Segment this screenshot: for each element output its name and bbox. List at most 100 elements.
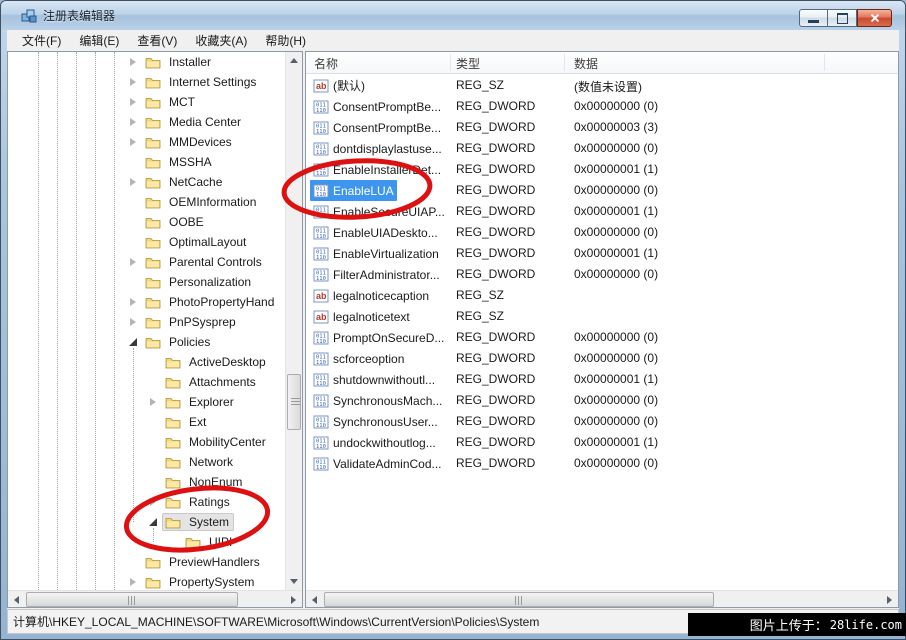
tree-node[interactable]: Network xyxy=(162,453,238,471)
value-name-cell[interactable]: 011 110 FilterAdministrator... xyxy=(310,264,443,285)
maximize-button[interactable] xyxy=(828,9,857,27)
value-name-cell[interactable]: 011 110 PromptOnSecureD... xyxy=(310,327,447,348)
column-separator[interactable] xyxy=(824,54,825,71)
expand-icon[interactable] xyxy=(126,255,140,269)
tree-item-pnpsysprep[interactable]: PnPSysprep xyxy=(8,312,241,332)
tree-node[interactable]: System xyxy=(162,513,234,531)
tree-item-activedesktop[interactable]: ActiveDesktop xyxy=(8,352,271,372)
tree-node[interactable]: Policies xyxy=(142,333,215,351)
column-separator[interactable] xyxy=(564,54,565,71)
value-list[interactable]: ab (默认)REG_SZ(数值未设置) 011 110 ConsentProm… xyxy=(306,75,898,474)
scroll-up-button[interactable] xyxy=(285,52,302,69)
tree-item-system[interactable]: System xyxy=(8,512,234,532)
scroll-left-button[interactable] xyxy=(8,591,25,608)
tree-node[interactable]: Internet Settings xyxy=(142,73,261,91)
registry-value-row-filteradministrator[interactable]: 011 110 FilterAdministrator...REG_DWORD0… xyxy=(306,264,898,285)
tree-node[interactable]: Ratings xyxy=(162,493,235,511)
tree-item-ext[interactable]: Ext xyxy=(8,412,211,432)
tree-node[interactable]: Explorer xyxy=(162,393,239,411)
tree-node[interactable]: PropertySystem xyxy=(142,573,259,590)
close-button[interactable] xyxy=(857,9,892,27)
registry-value-row-dontdisplaylastuse[interactable]: 011 110 dontdisplaylastuse...REG_DWORD0x… xyxy=(306,138,898,159)
registry-value-row-legalnoticecaption[interactable]: ab legalnoticecaptionREG_SZ xyxy=(306,285,898,306)
tree-vertical-scrollbar[interactable] xyxy=(285,52,302,590)
expand-icon[interactable] xyxy=(126,55,140,69)
registry-value-row-undockwithoutlog[interactable]: 011 110 undockwithoutlog...REG_DWORD0x00… xyxy=(306,432,898,453)
tree-node[interactable]: MSSHA xyxy=(142,153,217,171)
expand-icon[interactable] xyxy=(126,115,140,129)
tree-node[interactable]: MMDevices xyxy=(142,133,237,151)
registry-value-row-scforceoption[interactable]: 011 110 scforceoptionREG_DWORD0x00000000… xyxy=(306,348,898,369)
value-name-cell[interactable]: 011 110 ValidateAdminCod... xyxy=(310,453,445,474)
registry-value-row-consentpromptbe[interactable]: 011 110 ConsentPromptBe...REG_DWORD0x000… xyxy=(306,96,898,117)
tree-item-photopropertyhand[interactable]: PhotoPropertyHand xyxy=(8,292,279,312)
tree-node[interactable]: Attachments xyxy=(162,373,261,391)
tree-item-previewhandlers[interactable]: PreviewHandlers xyxy=(8,552,265,572)
tree-node[interactable]: Media Center xyxy=(142,113,246,131)
tree-item-netcache[interactable]: NetCache xyxy=(8,172,227,192)
value-name-cell[interactable]: 011 110 EnableUIADeskto... xyxy=(310,222,441,243)
registry-value-row-enablelua[interactable]: 011 110 EnableLUAREG_DWORD0x00000000 (0) xyxy=(306,180,898,201)
tree-node[interactable]: PhotoPropertyHand xyxy=(142,293,279,311)
tree-item-optimallayout[interactable]: OptimalLayout xyxy=(8,232,251,252)
registry-value-row-consentpromptbe[interactable]: 011 110 ConsentPromptBe...REG_DWORD0x000… xyxy=(306,117,898,138)
expand-icon[interactable] xyxy=(126,75,140,89)
tree-node[interactable]: OOBE xyxy=(142,213,209,231)
tree-node[interactable]: ActiveDesktop xyxy=(162,353,271,371)
value-name-cell[interactable]: ab legalnoticecaption xyxy=(310,285,432,306)
tree-item-uipi[interactable]: UIPI xyxy=(8,532,237,552)
tree-item-mssha[interactable]: MSSHA xyxy=(8,152,217,172)
column-header-name[interactable]: 名称 xyxy=(314,55,338,72)
registry-value-row-legalnoticetext[interactable]: ab legalnoticetextREG_SZ xyxy=(306,306,898,327)
tree-item-nonenum[interactable]: NonEnum xyxy=(8,472,247,492)
tree-item-propertysystem[interactable]: PropertySystem xyxy=(8,572,259,590)
title-bar[interactable]: 注册表编辑器 xyxy=(1,1,905,30)
value-name-cell[interactable]: ab (默认) xyxy=(310,75,368,96)
expand-icon[interactable] xyxy=(126,315,140,329)
tree-item-mmdevices[interactable]: MMDevices xyxy=(8,132,237,152)
expand-icon[interactable] xyxy=(126,575,140,589)
minimize-button[interactable] xyxy=(799,9,828,27)
tree-node[interactable]: Parental Controls xyxy=(142,253,267,271)
scroll-right-button[interactable] xyxy=(285,591,302,608)
tree-node[interactable]: OptimalLayout xyxy=(142,233,251,251)
tree-node[interactable]: PreviewHandlers xyxy=(142,553,265,571)
menu-e[interactable]: 编辑(E) xyxy=(70,29,128,52)
value-name-cell[interactable]: 011 110 EnableLUA xyxy=(310,180,397,201)
tree-node[interactable]: NonEnum xyxy=(162,473,247,491)
registry-value-row-synchronoususer[interactable]: 011 110 SynchronousUser...REG_DWORD0x000… xyxy=(306,411,898,432)
value-name-cell[interactable]: 011 110 undockwithoutlog... xyxy=(310,432,439,453)
value-name-cell[interactable]: 011 110 EnableVirtualization xyxy=(310,243,442,264)
tree-item-policies[interactable]: Policies xyxy=(8,332,215,352)
value-name-cell[interactable]: 011 110 SynchronousMach... xyxy=(310,390,445,411)
tree-node[interactable]: Installer xyxy=(142,53,216,71)
value-name-cell[interactable]: 011 110 ConsentPromptBe... xyxy=(310,96,444,117)
value-name-cell[interactable]: 011 110 shutdownwithoutl... xyxy=(310,369,438,390)
scroll-down-button[interactable] xyxy=(285,573,302,590)
list-hscroll-thumb[interactable] xyxy=(324,592,714,607)
registry-value-row-enableinstallerdet[interactable]: 011 110 EnableInstallerDet...REG_DWORD0x… xyxy=(306,159,898,180)
tree-viewport[interactable]: Installer Internet Settings MCT Media Ce… xyxy=(8,52,285,590)
tree-node[interactable]: MCT xyxy=(142,93,200,111)
registry-value-row-enableuiadeskto[interactable]: 011 110 EnableUIADeskto...REG_DWORD0x000… xyxy=(306,222,898,243)
column-header-type[interactable]: 类型 xyxy=(456,55,480,72)
value-name-cell[interactable]: 011 110 scforceoption xyxy=(310,348,407,369)
collapse-icon[interactable] xyxy=(126,335,140,349)
expand-icon[interactable] xyxy=(146,495,160,509)
registry-value-row-[interactable]: ab (默认)REG_SZ(数值未设置) xyxy=(306,75,898,96)
tree-item-ratings[interactable]: Ratings xyxy=(8,492,235,512)
column-separator[interactable] xyxy=(450,54,451,71)
tree-node[interactable]: Ext xyxy=(162,413,211,431)
value-name-cell[interactable]: 011 110 EnableInstallerDet... xyxy=(310,159,444,180)
tree-item-media-center[interactable]: Media Center xyxy=(8,112,246,132)
expand-icon[interactable] xyxy=(126,295,140,309)
tree-node[interactable]: NetCache xyxy=(142,173,227,191)
tree-item-personalization[interactable]: Personalization xyxy=(8,272,256,292)
value-name-cell[interactable]: 011 110 dontdisplaylastuse... xyxy=(310,138,445,159)
tree-item-mobilitycenter[interactable]: MobilityCenter xyxy=(8,432,271,452)
registry-value-row-shutdownwithoutl[interactable]: 011 110 shutdownwithoutl...REG_DWORD0x00… xyxy=(306,369,898,390)
collapse-icon[interactable] xyxy=(146,515,160,529)
tree-item-mct[interactable]: MCT xyxy=(8,92,200,112)
value-name-cell[interactable]: 011 110 ConsentPromptBe... xyxy=(310,117,444,138)
registry-value-row-validateadmincod[interactable]: 011 110 ValidateAdminCod...REG_DWORD0x00… xyxy=(306,453,898,474)
